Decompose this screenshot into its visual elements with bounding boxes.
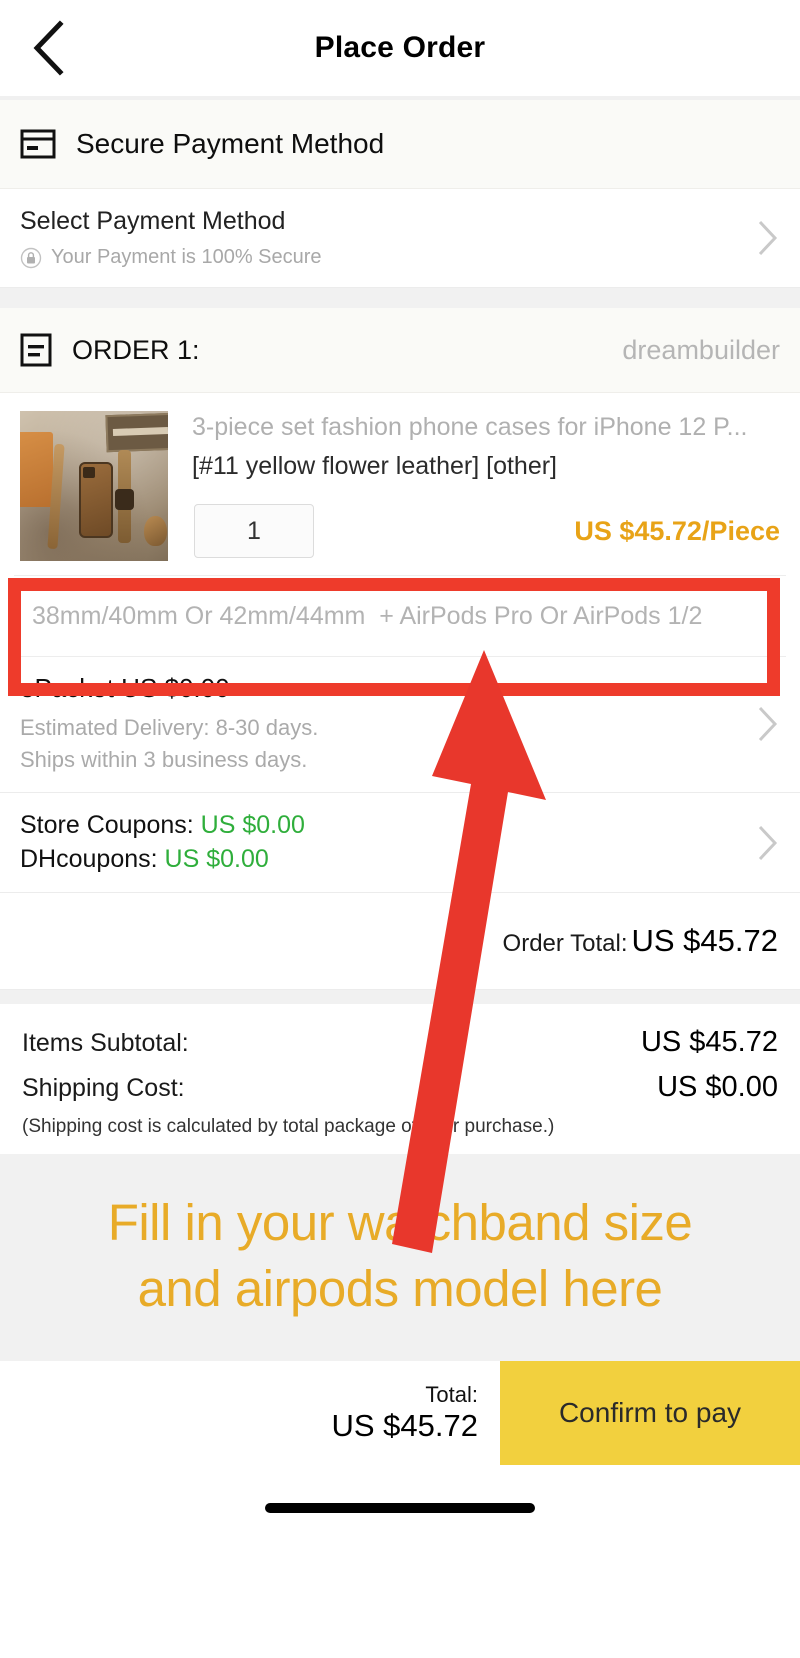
secure-payment-header: Secure Payment Method [0, 100, 800, 189]
estimated-delivery: Estimated Delivery: 8-30 days. [20, 715, 319, 740]
annotation-banner: Fill in your watchband size and airpods … [0, 1154, 800, 1361]
items-subtotal-line: Items Subtotal: US $45.72 [22, 1026, 778, 1059]
shipping-cost-line: Shipping Cost: US $0.00 [22, 1071, 778, 1104]
items-subtotal-value: US $45.72 [640, 1026, 778, 1059]
pay-total-label: Total: [425, 1381, 478, 1407]
order-summary: Items Subtotal: US $45.72 Shipping Cost:… [0, 1004, 800, 1155]
summary-gap [0, 990, 800, 1005]
order-list-icon [20, 333, 52, 367]
ships-within: Ships within 3 business days. [20, 746, 308, 772]
dh-coupons-line: DHcoupons: US $0.00 [20, 843, 740, 877]
thumbnail-watch [114, 450, 135, 543]
store-coupons-label: Store Coupons: [20, 810, 194, 839]
place-order-screen: Place Order Secure Payment Method Select… [0, 0, 800, 1658]
thumbnail-coffee-sign [105, 412, 168, 453]
store-coupons-value: US $0.00 [200, 810, 305, 839]
shipping-method-title: ePacket US $0.00 [20, 673, 230, 703]
quantity-stepper[interactable]: 1 [194, 504, 314, 558]
shipping-cost-note: (Shipping cost is calculated by total pa… [22, 1116, 555, 1138]
items-subtotal-label: Items Subtotal: [22, 1029, 189, 1058]
product-price: US $45.72/Piece [574, 515, 780, 546]
select-payment-method-row[interactable]: Select Payment Method Your Payment is 10… [0, 189, 800, 288]
product-info: 3-piece set fashion phone cases for iPho… [192, 411, 780, 561]
secure-note-text: Your Payment is 100% Secure [51, 246, 322, 268]
chevron-right-icon [758, 707, 778, 742]
section-gap [0, 288, 800, 308]
chevron-left-icon [33, 20, 64, 76]
product-title[interactable]: 3-piece set fashion phone cases for iPho… [192, 411, 780, 444]
product-attributes: [#11 yellow flower leather] [other] [192, 451, 558, 480]
order-label: ORDER 1: [72, 334, 200, 365]
dh-coupons-label: DHcoupons: [20, 844, 158, 873]
product-bottom-row: 1 US $45.72/Piece [192, 504, 780, 558]
confirm-to-pay-button[interactable]: Confirm to pay [500, 1360, 800, 1465]
pay-bar-total: Total: US $45.72 [0, 1361, 500, 1465]
page-title: Place Order [314, 31, 486, 64]
thumbnail-phone-case [79, 462, 113, 538]
thumbnail-wallet [20, 432, 53, 507]
store-name[interactable]: dreambuilder [622, 335, 780, 366]
coupons-row[interactable]: Store Coupons: US $0.00 DHcoupons: US $0… [0, 792, 800, 894]
order-total-label: Order Total: [502, 930, 628, 958]
chevron-right-icon [758, 825, 778, 860]
order-total-row: Order Total: US $45.72 [0, 893, 800, 991]
nav-bar: Place Order [0, 0, 800, 96]
order-header[interactable]: ORDER 1: dreambuilder [0, 308, 800, 393]
annotation-line-1: Fill in your watchband size [107, 1194, 693, 1252]
secure-payment-label: Secure Payment Method [76, 128, 385, 159]
shipping-cost-value: US $0.00 [657, 1071, 778, 1104]
order-total-value: US $45.72 [631, 923, 779, 959]
credit-card-icon [20, 129, 56, 159]
annotation-line-2: and airpods model here [137, 1259, 663, 1317]
custom-note-wrap [0, 575, 800, 657]
lock-icon [20, 247, 42, 268]
select-payment-label: Select Payment Method [20, 207, 286, 235]
shipping-method-row[interactable]: ePacket US $0.00 Estimated Delivery: 8-3… [0, 657, 800, 793]
back-button[interactable] [22, 17, 74, 79]
dh-coupons-value: US $0.00 [164, 844, 269, 873]
product-row[interactable]: 3-piece set fashion phone cases for iPho… [0, 393, 800, 575]
home-indicator-area [0, 1464, 800, 1551]
pay-total-value: US $45.72 [331, 1407, 479, 1443]
thumbnail-airpods-case [144, 516, 167, 546]
chevron-right-icon [758, 220, 778, 256]
product-thumbnail[interactable] [20, 411, 168, 561]
home-indicator [265, 1502, 535, 1513]
secure-note: Your Payment is 100% Secure [20, 246, 780, 269]
shipping-cost-label: Shipping Cost: [22, 1074, 185, 1103]
store-coupons-line: Store Coupons: US $0.00 [20, 809, 740, 843]
pay-bar: Total: US $45.72 Confirm to pay [0, 1360, 800, 1465]
customization-note-input[interactable] [14, 575, 786, 657]
